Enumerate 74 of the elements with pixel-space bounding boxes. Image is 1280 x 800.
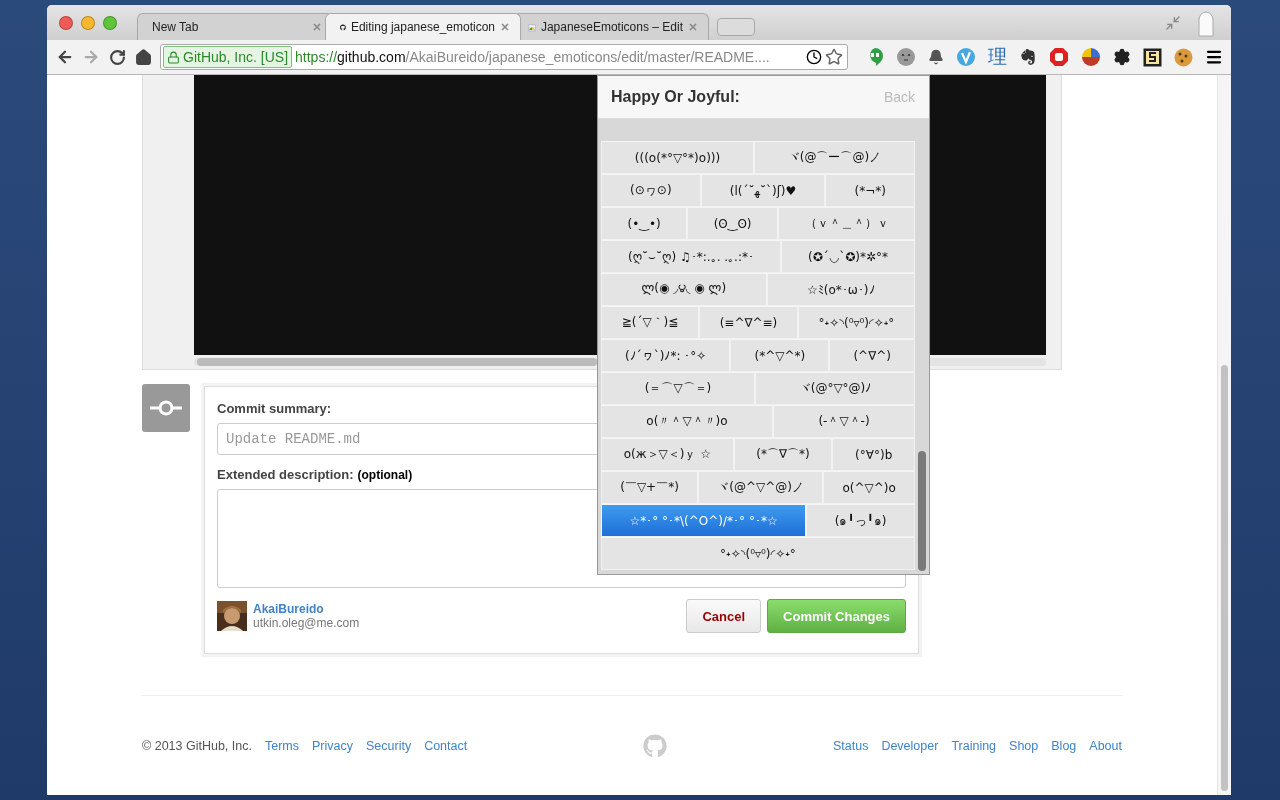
emoticon-item[interactable]: o(〃＾▽＾〃)o xyxy=(601,405,773,438)
close-light-icon xyxy=(59,15,73,30)
emoticon-item[interactable]: (ʘ‿ʘ) xyxy=(687,207,778,240)
close-tab-icon[interactable] xyxy=(500,22,510,32)
emoticon-item[interactable]: (￣▽+￣*) xyxy=(601,471,699,504)
author-email: utkin.oleg@me.com xyxy=(253,616,360,630)
footer-link[interactable]: Blog xyxy=(1051,739,1077,753)
minimize-light-icon xyxy=(81,15,95,30)
emoticon-item[interactable]: ヾ(@°▽°@)ﾉ xyxy=(755,372,915,405)
footer-link[interactable]: About xyxy=(1089,739,1122,753)
emoticon-item[interactable]: (^∇^) xyxy=(829,339,915,372)
emoticon-item[interactable]: ≧(´▽｀)≦ xyxy=(601,306,699,339)
stop-hand-icon[interactable] xyxy=(1049,47,1069,67)
emoticon-item[interactable]: ヾ(@⌒ー⌒@)ノ xyxy=(754,141,915,174)
zoom-light-icon xyxy=(103,15,117,30)
commit-icon xyxy=(142,384,190,432)
lock-icon xyxy=(167,50,180,64)
emoticon-item[interactable]: o(ж＞▽＜)ｙ ☆ xyxy=(601,438,734,471)
face-icon[interactable] xyxy=(896,47,916,67)
emoticon-item[interactable]: (((o(*°▽°*)o))) xyxy=(601,141,754,174)
footer-link[interactable]: Training xyxy=(951,739,997,753)
cookie-icon[interactable] xyxy=(1174,47,1193,67)
pie-chart-icon[interactable] xyxy=(1081,47,1101,67)
browser-tab[interactable]: Editing japanese_emoticon xyxy=(325,13,521,40)
footer-link[interactable]: Status xyxy=(832,739,869,753)
footer-link[interactable]: Shop xyxy=(1009,739,1039,753)
footer-link[interactable]: Contact xyxy=(424,739,468,753)
bookmark-star-icon[interactable] xyxy=(825,48,843,66)
emoticon-item[interactable]: (✪´◡`✪)*✲°* xyxy=(781,240,915,273)
emoticon-item[interactable]: ☆ﾐ(o*･ω･)ﾉ xyxy=(766,273,915,306)
emoticon-item[interactable]: (๑╹っ╹๑) xyxy=(806,504,915,537)
fullscreen-icon[interactable] xyxy=(1165,14,1181,31)
home-icon[interactable] xyxy=(133,46,154,68)
history-icon[interactable] xyxy=(806,49,822,65)
emoticon-item[interactable]: (*¬*) xyxy=(825,174,915,207)
footer-link[interactable]: Developer xyxy=(881,739,939,753)
cancel-button[interactable]: Cancel xyxy=(686,599,762,633)
author-link[interactable]: AkaiBureido xyxy=(253,602,360,616)
menu-icon[interactable] xyxy=(1205,48,1223,66)
emoticon-item[interactable]: (≡^∇^≡) xyxy=(699,306,798,339)
copyright-text: © 2013 GitHub, Inc. xyxy=(142,739,252,753)
emoticon-item[interactable]: ☆*･° °･*\(^O^)/*･° °･*☆ xyxy=(601,504,807,537)
bell-icon[interactable] xyxy=(928,49,944,65)
field-label: Extended description: xyxy=(217,467,354,482)
extension-glyph[interactable]: 理 xyxy=(988,44,1007,70)
emoticon-item[interactable]: (＝⌒▽⌒＝) xyxy=(601,372,755,405)
field-label: Commit summary: xyxy=(217,401,333,416)
square-s-icon[interactable] xyxy=(1143,47,1162,67)
emoticon-item[interactable]: (-＾▽＾-) xyxy=(773,405,915,438)
footer-link[interactable]: Terms xyxy=(264,739,299,753)
octocat-icon xyxy=(643,734,668,758)
emoticon-item[interactable]: （ｖ＾＿＾）ｖ xyxy=(778,207,915,240)
footer-link[interactable]: Privacy xyxy=(312,739,353,753)
emoticon-item[interactable]: ლ(◉ ◞౪◟ ◉ ლ) xyxy=(601,273,767,306)
elephant-icon[interactable] xyxy=(1019,48,1037,66)
emoticon-item[interactable]: (ღ˘⌣˘ღ) ♫･*:.｡. .｡.:*･ xyxy=(601,240,781,273)
emoticon-item[interactable]: (•‿•) xyxy=(601,207,688,240)
settings-icon[interactable] xyxy=(1113,48,1131,66)
vertical-scrollbar[interactable] xyxy=(1217,75,1231,795)
emoticon-item[interactable]: (*⌒∇⌒*) xyxy=(733,438,833,471)
emoticon-item[interactable]: ヾ(@^▽^@)ノ xyxy=(698,471,824,504)
emoticon-item[interactable]: °˖✧◝(⁰▿⁰)◜✧˖° xyxy=(797,306,915,339)
footer-link[interactable]: Security xyxy=(366,739,412,753)
emoticon-item[interactable]: °˖✧◝(⁰▿⁰)◜✧˖° xyxy=(601,537,915,570)
emoticon-item[interactable]: (°∀°)b xyxy=(832,438,915,471)
optional-hint: (optional) xyxy=(357,468,413,482)
popup-title: Happy Or Joyful: xyxy=(611,88,740,106)
emoticon-item[interactable]: (ﾉ´ヮ`)ﾉ*: ･°✧ xyxy=(601,339,731,372)
emoticon-item[interactable]: (*^▽^*) xyxy=(730,339,830,372)
v-circle-icon[interactable] xyxy=(956,47,976,67)
emoticon-item[interactable]: (⊙ヮ⊙) xyxy=(601,174,701,207)
address-field[interactable]: GitHub, Inc. [US] https://github.com/AkaiBureido/japanese_emoticons/edit/master/README.... xyxy=(160,44,848,70)
emoticon-item[interactable]: o(^▽^)o xyxy=(823,471,915,504)
emoticon-item[interactable]: (l(´˘ﻬ˘`)ʃ)♥ xyxy=(700,174,826,207)
